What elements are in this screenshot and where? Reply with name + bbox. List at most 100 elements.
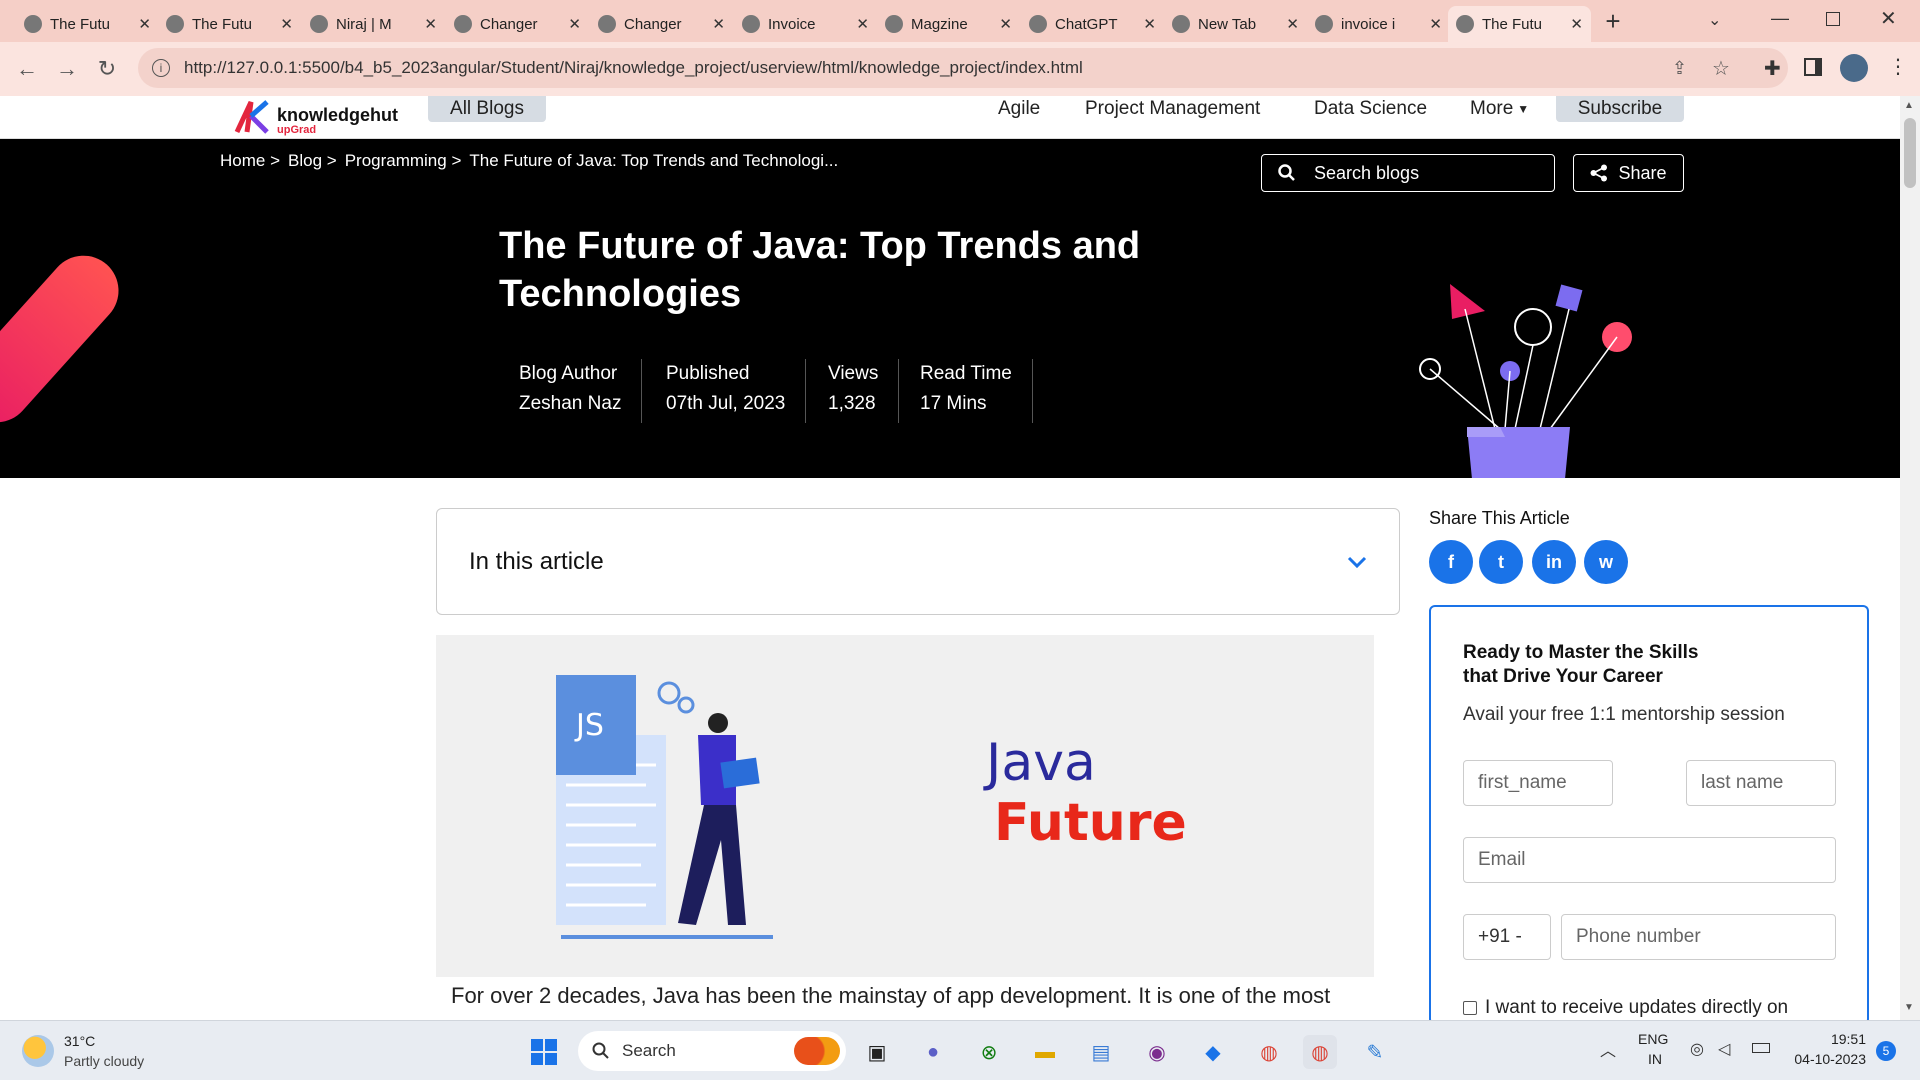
scroll-down-arrow-icon[interactable]: ▼ xyxy=(1904,1002,1914,1013)
share-page-icon[interactable]: ⇪ xyxy=(1672,58,1687,79)
tab-title: Changer xyxy=(624,15,682,33)
meta-views: Views 1,328 xyxy=(808,359,900,423)
close-tab-icon[interactable]: ✕ xyxy=(568,15,581,33)
nav-data-science[interactable]: Data Science xyxy=(1314,96,1427,122)
forward-icon[interactable]: → xyxy=(52,54,82,84)
vscode-icon[interactable]: ◆ xyxy=(1196,1035,1230,1069)
table-of-contents-toggle[interactable]: In this article xyxy=(436,508,1400,615)
page-scrollbar[interactable] xyxy=(1900,96,1920,1020)
reload-icon[interactable]: ↻ xyxy=(92,54,122,84)
site-logo[interactable]: knowledgehut upGrad xyxy=(233,96,398,136)
scroll-up-arrow-icon[interactable]: ▲ xyxy=(1904,100,1914,111)
share-whatsapp-button[interactable]: w xyxy=(1584,540,1628,584)
browser-tab[interactable]: Changer ✕ xyxy=(446,6,589,42)
share-linkedin-button[interactable]: in xyxy=(1532,540,1576,584)
browser-tab[interactable]: Niraj | M ✕ xyxy=(302,6,445,42)
nav-more-label: More xyxy=(1470,98,1514,119)
chrome-profile-icon[interactable]: ◍ xyxy=(1303,1035,1337,1069)
file-explorer-icon[interactable]: ▬ xyxy=(1028,1035,1062,1069)
close-tab-icon[interactable]: ✕ xyxy=(138,15,151,33)
browser-tab[interactable]: The Futu ✕ xyxy=(16,6,159,42)
side-panel-icon[interactable] xyxy=(1804,58,1822,76)
tray-chevron-up-icon[interactable]: ︿ xyxy=(1600,1037,1616,1061)
taskbar-search-box[interactable]: Search xyxy=(578,1031,846,1071)
meta-published-value: 07th Jul, 2023 xyxy=(666,393,786,414)
all-blogs-button[interactable]: All Blogs xyxy=(428,96,546,122)
site-info-icon[interactable]: i xyxy=(152,59,170,77)
extensions-icon[interactable]: ✚ xyxy=(1764,56,1781,81)
minimize-icon[interactable]: — xyxy=(1771,8,1789,29)
menu-kebab-icon[interactable]: ⋮ xyxy=(1888,54,1908,79)
chrome-icon[interactable]: ◍ xyxy=(1252,1035,1286,1069)
close-tab-icon[interactable]: ✕ xyxy=(1143,15,1156,33)
close-tab-icon[interactable]: ✕ xyxy=(424,15,437,33)
breadcrumb-programming[interactable]: Programming > xyxy=(345,151,462,171)
tab-title: Niraj | M xyxy=(336,15,392,33)
breadcrumb-home[interactable]: Home > xyxy=(220,151,280,171)
first-name-placeholder: first_name xyxy=(1478,772,1567,793)
close-tab-icon[interactable]: ✕ xyxy=(280,15,293,33)
close-tab-icon[interactable]: ✕ xyxy=(999,15,1012,33)
search-blogs-input[interactable]: Search blogs xyxy=(1261,154,1555,192)
windows-start-icon[interactable] xyxy=(527,1035,561,1069)
bookmark-star-icon[interactable]: ☆ xyxy=(1712,56,1730,81)
network-globe-icon[interactable]: ◎ xyxy=(1690,1039,1704,1059)
browser-tab[interactable]: Invoice ✕ xyxy=(734,6,877,42)
nav-project-management[interactable]: Project Management xyxy=(1085,96,1260,122)
close-tab-icon[interactable]: ✕ xyxy=(712,15,725,33)
weather-icon[interactable] xyxy=(22,1035,54,1067)
browser-tab[interactable]: invoice i ✕ xyxy=(1307,6,1450,42)
tab-title: invoice i xyxy=(1341,15,1396,33)
close-tab-icon[interactable]: ✕ xyxy=(1570,15,1583,33)
tab-search-chevron-icon[interactable]: ⌄ xyxy=(1708,10,1721,30)
xbox-icon[interactable]: ⊗ xyxy=(972,1035,1006,1069)
browser-tab[interactable]: Magzine ✕ xyxy=(877,6,1020,42)
language-bottom[interactable]: IN xyxy=(1648,1051,1662,1067)
breadcrumb-blog[interactable]: Blog > xyxy=(288,151,337,171)
clock-date[interactable]: 04-10-2023 xyxy=(1790,1051,1866,1067)
country-code-select[interactable]: +91 - xyxy=(1463,914,1551,960)
profile-avatar[interactable] xyxy=(1840,54,1868,82)
maximize-icon[interactable] xyxy=(1826,12,1840,26)
first-name-field[interactable]: first_name xyxy=(1463,760,1613,806)
consent-checkbox[interactable] xyxy=(1463,1001,1477,1015)
share-article-label: Share This Article xyxy=(1429,508,1570,528)
nav-agile[interactable]: Agile xyxy=(998,96,1040,122)
browser-tab[interactable]: The Futu ✕ xyxy=(1448,6,1591,42)
browser-tab[interactable]: ChatGPT ✕ xyxy=(1021,6,1164,42)
nav-more[interactable]: More ▼ xyxy=(1470,96,1529,122)
close-window-icon[interactable]: ✕ xyxy=(1880,6,1897,31)
new-tab-button[interactable]: + xyxy=(1598,6,1628,36)
purple-app-icon[interactable]: ◉ xyxy=(1140,1035,1174,1069)
share-button[interactable]: Share xyxy=(1573,154,1684,192)
search-highlight-icon xyxy=(794,1037,840,1065)
phone-number-field[interactable]: Phone number xyxy=(1561,914,1836,960)
share-twitter-button[interactable]: t xyxy=(1479,540,1523,584)
notification-badge[interactable]: 5 xyxy=(1876,1041,1896,1061)
github-icon xyxy=(454,15,472,33)
task-manager-icon[interactable]: ▤ xyxy=(1084,1035,1118,1069)
browser-tab[interactable]: Changer ✕ xyxy=(590,6,733,42)
close-tab-icon[interactable]: ✕ xyxy=(856,15,869,33)
battery-icon[interactable] xyxy=(1752,1043,1770,1053)
browser-tab[interactable]: New Tab ✕ xyxy=(1164,6,1307,42)
scrollbar-thumb[interactable] xyxy=(1904,118,1916,188)
clock-time[interactable]: 19:51 xyxy=(1808,1031,1866,1047)
address-bar[interactable]: i http://127.0.0.1:5500/b4_b5_2023angula… xyxy=(138,48,1788,88)
language-top[interactable]: ENG xyxy=(1638,1031,1668,1047)
last-name-field[interactable]: last name xyxy=(1686,760,1836,806)
task-view-icon[interactable]: ▣ xyxy=(860,1035,894,1069)
close-tab-icon[interactable]: ✕ xyxy=(1286,15,1299,33)
browser-tab[interactable]: The Futu ✕ xyxy=(158,6,301,42)
email-field[interactable]: Email xyxy=(1463,837,1836,883)
volume-icon[interactable]: ◁ xyxy=(1718,1039,1730,1059)
share-facebook-button[interactable]: f xyxy=(1429,540,1473,584)
subscribe-button[interactable]: Subscribe xyxy=(1556,96,1684,122)
pen-app-icon[interactable]: ✎ xyxy=(1358,1035,1392,1069)
teams-chat-icon[interactable]: ● xyxy=(916,1035,950,1069)
back-icon[interactable]: ← xyxy=(12,54,42,84)
close-tab-icon[interactable]: ✕ xyxy=(1429,15,1442,33)
logo-subtext: upGrad xyxy=(277,124,317,136)
hero-illustration xyxy=(1419,284,1632,478)
avatar-icon xyxy=(310,15,328,33)
